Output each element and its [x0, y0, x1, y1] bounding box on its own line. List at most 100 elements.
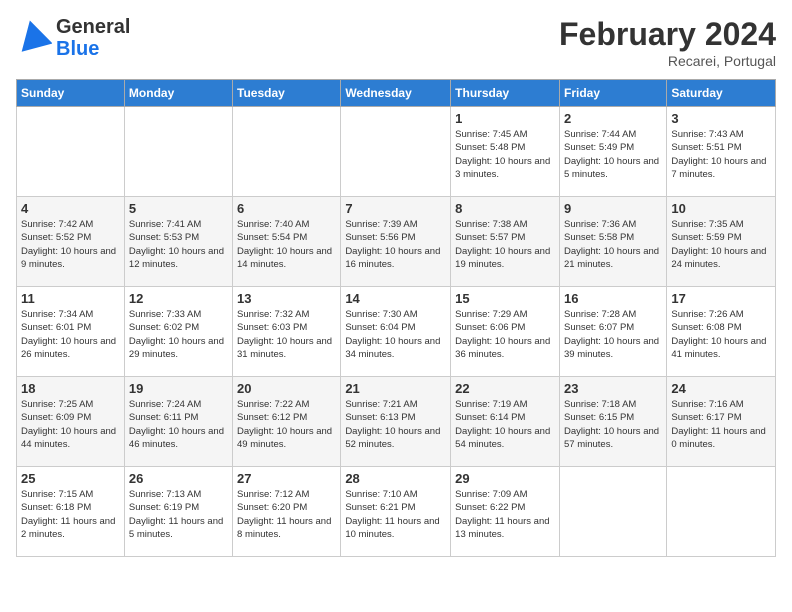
day-info: Sunrise: 7:09 AM Sunset: 6:22 PM Dayligh… — [455, 488, 555, 541]
day-info: Sunrise: 7:45 AM Sunset: 5:48 PM Dayligh… — [455, 128, 555, 181]
calendar-header-row: SundayMondayTuesdayWednesdayThursdayFrid… — [17, 80, 776, 107]
column-header-sunday: Sunday — [17, 80, 125, 107]
day-info: Sunrise: 7:36 AM Sunset: 5:58 PM Dayligh… — [564, 218, 662, 271]
day-cell — [124, 107, 232, 197]
day-cell — [667, 467, 776, 557]
month-title: February 2024 — [559, 16, 776, 53]
day-number: 23 — [564, 381, 662, 396]
day-cell: 24 Sunrise: 7:16 AM Sunset: 6:17 PM Dayli… — [667, 377, 776, 467]
day-cell: 29 Sunrise: 7:09 AM Sunset: 6:22 PM Dayli… — [451, 467, 560, 557]
day-cell: 5 Sunrise: 7:41 AM Sunset: 5:53 PM Daylig… — [124, 197, 232, 287]
day-cell: 9 Sunrise: 7:36 AM Sunset: 5:58 PM Daylig… — [559, 197, 666, 287]
day-number: 29 — [455, 471, 555, 486]
day-info: Sunrise: 7:39 AM Sunset: 5:56 PM Dayligh… — [345, 218, 446, 271]
week-row-2: 4 Sunrise: 7:42 AM Sunset: 5:52 PM Daylig… — [17, 197, 776, 287]
day-cell: 4 Sunrise: 7:42 AM Sunset: 5:52 PM Daylig… — [17, 197, 125, 287]
day-info: Sunrise: 7:13 AM Sunset: 6:19 PM Dayligh… — [129, 488, 228, 541]
day-cell: 3 Sunrise: 7:43 AM Sunset: 5:51 PM Daylig… — [667, 107, 776, 197]
day-number: 27 — [237, 471, 336, 486]
day-cell: 23 Sunrise: 7:18 AM Sunset: 6:15 PM Dayli… — [559, 377, 666, 467]
day-number: 24 — [671, 381, 771, 396]
day-number: 2 — [564, 111, 662, 126]
day-cell: 15 Sunrise: 7:29 AM Sunset: 6:06 PM Dayli… — [451, 287, 560, 377]
week-row-4: 18 Sunrise: 7:25 AM Sunset: 6:09 PM Dayli… — [17, 377, 776, 467]
day-info: Sunrise: 7:25 AM Sunset: 6:09 PM Dayligh… — [21, 398, 120, 451]
day-number: 28 — [345, 471, 446, 486]
day-number: 5 — [129, 201, 228, 216]
day-info: Sunrise: 7:19 AM Sunset: 6:14 PM Dayligh… — [455, 398, 555, 451]
day-info: Sunrise: 7:43 AM Sunset: 5:51 PM Dayligh… — [671, 128, 771, 181]
logo: General Blue — [16, 16, 130, 60]
day-info: Sunrise: 7:29 AM Sunset: 6:06 PM Dayligh… — [455, 308, 555, 361]
day-number: 26 — [129, 471, 228, 486]
day-info: Sunrise: 7:16 AM Sunset: 6:17 PM Dayligh… — [671, 398, 771, 451]
day-number: 15 — [455, 291, 555, 306]
day-number: 18 — [21, 381, 120, 396]
day-number: 21 — [345, 381, 446, 396]
day-number: 22 — [455, 381, 555, 396]
day-info: Sunrise: 7:12 AM Sunset: 6:20 PM Dayligh… — [237, 488, 336, 541]
day-number: 20 — [237, 381, 336, 396]
day-number: 17 — [671, 291, 771, 306]
day-cell: 6 Sunrise: 7:40 AM Sunset: 5:54 PM Daylig… — [233, 197, 341, 287]
day-number: 4 — [21, 201, 120, 216]
day-info: Sunrise: 7:10 AM Sunset: 6:21 PM Dayligh… — [345, 488, 446, 541]
day-number: 19 — [129, 381, 228, 396]
column-header-tuesday: Tuesday — [233, 80, 341, 107]
day-cell: 21Sunrise: 7:21 AM Sunset: 6:13 PM Dayli… — [341, 377, 451, 467]
day-cell: 1Sunrise: 7:45 AM Sunset: 5:48 PM Daylig… — [451, 107, 560, 197]
day-number: 13 — [237, 291, 336, 306]
day-cell: 27 Sunrise: 7:12 AM Sunset: 6:20 PM Dayli… — [233, 467, 341, 557]
day-info: Sunrise: 7:33 AM Sunset: 6:02 PM Dayligh… — [129, 308, 228, 361]
day-info: Sunrise: 7:41 AM Sunset: 5:53 PM Dayligh… — [129, 218, 228, 271]
day-cell — [341, 107, 451, 197]
page-header: General Blue February 2024 Recarei, Port… — [16, 16, 776, 69]
day-info: Sunrise: 7:40 AM Sunset: 5:54 PM Dayligh… — [237, 218, 336, 271]
day-cell: 7 Sunrise: 7:39 AM Sunset: 5:56 PM Daylig… — [341, 197, 451, 287]
day-number: 12 — [129, 291, 228, 306]
day-cell: 28 Sunrise: 7:10 AM Sunset: 6:21 PM Dayli… — [341, 467, 451, 557]
day-info: Sunrise: 7:26 AM Sunset: 6:08 PM Dayligh… — [671, 308, 771, 361]
day-cell: 8Sunrise: 7:38 AM Sunset: 5:57 PM Daylig… — [451, 197, 560, 287]
day-cell: 13 Sunrise: 7:32 AM Sunset: 6:03 PM Dayli… — [233, 287, 341, 377]
day-number: 11 — [21, 291, 120, 306]
day-info: Sunrise: 7:30 AM Sunset: 6:04 PM Dayligh… — [345, 308, 446, 361]
day-number: 7 — [345, 201, 446, 216]
week-row-5: 25 Sunrise: 7:15 AM Sunset: 6:18 PM Dayli… — [17, 467, 776, 557]
day-cell: 10 Sunrise: 7:35 AM Sunset: 5:59 PM Dayli… — [667, 197, 776, 287]
day-number: 9 — [564, 201, 662, 216]
day-info: Sunrise: 7:18 AM Sunset: 6:15 PM Dayligh… — [564, 398, 662, 451]
day-cell — [559, 467, 666, 557]
day-cell: 22 Sunrise: 7:19 AM Sunset: 6:14 PM Dayli… — [451, 377, 560, 467]
day-info: Sunrise: 7:35 AM Sunset: 5:59 PM Dayligh… — [671, 218, 771, 271]
day-cell: 25 Sunrise: 7:15 AM Sunset: 6:18 PM Dayli… — [17, 467, 125, 557]
day-number: 3 — [671, 111, 771, 126]
day-info: Sunrise: 7:34 AM Sunset: 6:01 PM Dayligh… — [21, 308, 120, 361]
column-header-thursday: Thursday — [451, 80, 560, 107]
location: Recarei, Portugal — [559, 53, 776, 69]
day-number: 8 — [455, 201, 555, 216]
column-header-wednesday: Wednesday — [341, 80, 451, 107]
day-info: Sunrise: 7:22 AM Sunset: 6:12 PM Dayligh… — [237, 398, 336, 451]
day-cell: 19Sunrise: 7:24 AM Sunset: 6:11 PM Dayli… — [124, 377, 232, 467]
logo-icon — [16, 18, 52, 54]
day-info: Sunrise: 7:42 AM Sunset: 5:52 PM Dayligh… — [21, 218, 120, 271]
day-number: 10 — [671, 201, 771, 216]
day-cell: 16 Sunrise: 7:28 AM Sunset: 6:07 PM Dayli… — [559, 287, 666, 377]
day-number: 16 — [564, 291, 662, 306]
day-cell: 2Sunrise: 7:44 AM Sunset: 5:49 PM Daylig… — [559, 107, 666, 197]
day-cell: 12 Sunrise: 7:33 AM Sunset: 6:02 PM Dayli… — [124, 287, 232, 377]
week-row-3: 11 Sunrise: 7:34 AM Sunset: 6:01 PM Dayli… — [17, 287, 776, 377]
day-cell: 17 Sunrise: 7:26 AM Sunset: 6:08 PM Dayli… — [667, 287, 776, 377]
day-info: Sunrise: 7:28 AM Sunset: 6:07 PM Dayligh… — [564, 308, 662, 361]
day-number: 6 — [237, 201, 336, 216]
day-number: 25 — [21, 471, 120, 486]
day-cell: 20 Sunrise: 7:22 AM Sunset: 6:12 PM Dayli… — [233, 377, 341, 467]
column-header-saturday: Saturday — [667, 80, 776, 107]
logo-line1: General — [56, 16, 130, 38]
day-info: Sunrise: 7:15 AM Sunset: 6:18 PM Dayligh… — [21, 488, 120, 541]
column-header-monday: Monday — [124, 80, 232, 107]
column-header-friday: Friday — [559, 80, 666, 107]
day-info: Sunrise: 7:32 AM Sunset: 6:03 PM Dayligh… — [237, 308, 336, 361]
day-cell — [233, 107, 341, 197]
